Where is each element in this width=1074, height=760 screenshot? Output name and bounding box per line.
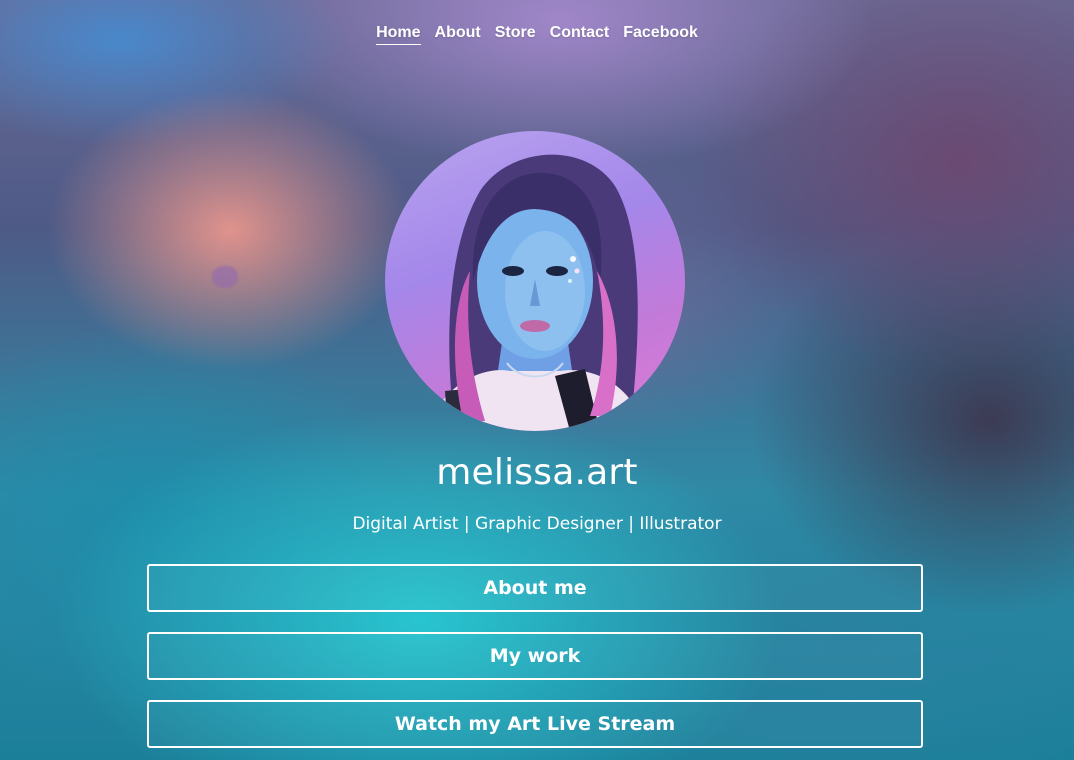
- about-me-button[interactable]: About me: [147, 564, 923, 612]
- my-work-button[interactable]: My work: [147, 632, 923, 680]
- nav-link-home[interactable]: Home: [376, 24, 421, 45]
- nav-link-contact[interactable]: Contact: [550, 24, 610, 45]
- nav-link-about[interactable]: About: [435, 24, 481, 45]
- profile-tagline: Digital Artist | Graphic Designer | Illu…: [352, 514, 722, 534]
- top-navigation: Home About Store Contact Facebook: [0, 24, 1074, 45]
- background-blur-spot: [212, 266, 238, 288]
- nav-link-store[interactable]: Store: [495, 24, 536, 45]
- site-name: melissa.art: [436, 452, 638, 493]
- profile-avatar: [385, 131, 685, 431]
- live-stream-button[interactable]: Watch my Art Live Stream: [147, 700, 923, 748]
- link-list: About me My work Watch my Art Live Strea…: [147, 564, 923, 760]
- nav-link-facebook[interactable]: Facebook: [623, 24, 698, 45]
